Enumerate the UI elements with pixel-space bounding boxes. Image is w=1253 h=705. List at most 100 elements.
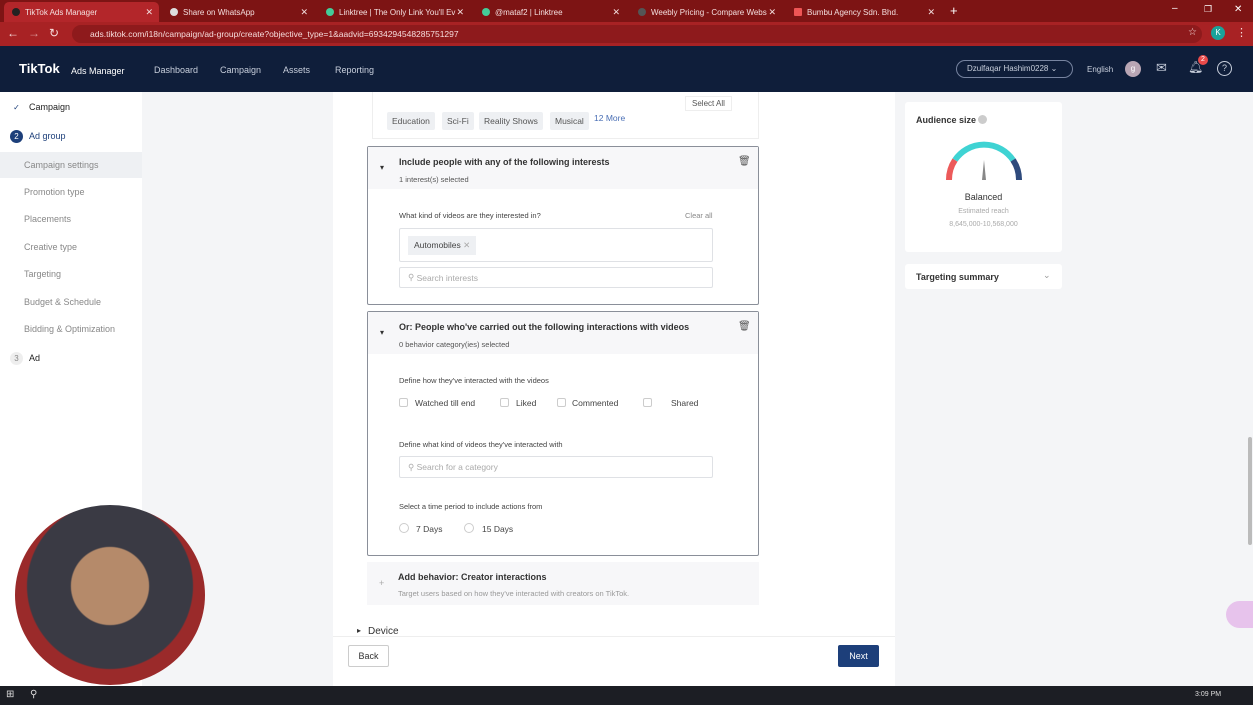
scrollbar-thumb[interactable] [1248,437,1252,545]
step-campaign[interactable]: ✓ Campaign [0,94,142,120]
nav-dashboard[interactable]: Dashboard [154,65,198,75]
sidebar-item-campaign-settings[interactable]: Campaign settings [0,152,142,178]
selected-interests-field[interactable]: Automobiles ✕ [399,228,713,262]
more-genres-link[interactable]: 12 More [594,113,625,123]
close-tab-icon[interactable]: ✕ [300,7,308,18]
profile-avatar[interactable]: K [1211,26,1225,40]
browser-menu-icon[interactable]: ⋮ [1236,26,1247,39]
tab-bumbu[interactable]: Bumbu Agency Sdn. Bhd. ✕ [786,2,941,22]
sidebar-item-placements[interactable]: Placements [0,206,142,232]
genre-chip[interactable]: Sci-Fi [442,112,474,130]
genre-chip[interactable]: Education [387,112,435,130]
close-tab-icon[interactable]: ✕ [145,7,153,18]
checkbox-liked[interactable] [500,398,509,407]
add-creator-behavior[interactable]: + Add behavior: Creator interactions Tar… [367,562,759,605]
weebly-icon [638,8,646,16]
creator-subtitle: Target users based on how they've intera… [398,589,630,598]
search-icon: ⚲ [408,461,417,472]
interactions-box: ▾ Or: People who've carried out the foll… [367,311,759,556]
close-tab-icon[interactable]: ✕ [456,7,464,18]
restore-icon[interactable]: ❐ [1204,4,1212,15]
nav-assets[interactable]: Assets [283,65,310,75]
logo-subtitle: Ads Manager [71,66,125,76]
sidebar-item-budget[interactable]: Budget & Schedule [0,289,142,315]
collapse-caret-icon[interactable]: ▾ [380,163,384,172]
notification-badge: 2 [1198,55,1208,65]
radio-15-days[interactable] [464,523,474,533]
back-button[interactable]: Back [348,645,389,667]
interests-header[interactable]: ▾ Include people with any of the followi… [368,147,758,189]
genre-section: Education Sci-Fi Reality Shows Musical 1… [372,92,759,139]
option-label: Watched till end [415,398,476,408]
minimize-icon[interactable]: – [1172,3,1178,14]
tab-linktree-mataf[interactable]: @mataf2 | Linktree ✕ [474,2,626,22]
sidebar-item-bidding[interactable]: Bidding & Optimization [0,316,142,342]
browser-tab-bar: TikTok Ads Manager ✕ Share on WhatsApp ✕ L… [0,0,1253,22]
trash-icon[interactable]: 🗑︎ [738,156,751,167]
new-tab-icon[interactable]: + [950,3,958,18]
nav-reporting[interactable]: Reporting [335,65,374,75]
search-icon[interactable]: ⚲ [30,689,37,700]
collapse-caret-icon[interactable]: ▾ [380,328,384,337]
select-all-button[interactable]: Select All [685,96,732,111]
sidebar-item-targeting[interactable]: Targeting [0,261,142,287]
chevron-down-icon[interactable]: ⌄ [1043,270,1051,281]
windows-start-icon[interactable]: ⊞ [6,689,14,700]
expand-caret-icon[interactable]: ▸ [357,626,361,635]
footer-divider [333,636,895,637]
nav-campaign[interactable]: Campaign [220,65,261,75]
genre-chip[interactable]: Reality Shows [479,112,543,130]
forward-arrow-icon[interactable]: → [28,26,40,40]
close-tab-icon[interactable]: ✕ [768,7,776,18]
top-nav: TikTok Ads Manager Dashboard Campaign As… [0,46,1253,92]
tab-whatsapp[interactable]: Share on WhatsApp ✕ [162,2,314,22]
step-ad[interactable]: 3 Ad [0,345,142,371]
tab-tiktok-ads[interactable]: TikTok Ads Manager ✕ [4,2,159,22]
bookmark-star-icon[interactable]: ☆ [1188,27,1197,38]
clear-all-link[interactable]: Clear all [685,211,713,220]
language-selector[interactable]: English [1087,65,1113,74]
audience-gauge [945,141,1023,181]
checkbox-shared[interactable] [643,398,652,407]
url-input[interactable]: ads.tiktok.com/i18n/campaign/ad-group/cr… [72,25,1202,43]
info-icon[interactable] [978,115,987,124]
help-icon[interactable]: ? [1217,61,1232,76]
next-button[interactable]: Next [838,645,879,667]
option-label: Commented [572,398,619,408]
reach-value: 8,645,000-10,568,000 [949,221,1018,228]
linktree-icon [482,8,490,16]
reload-icon[interactable]: ↻ [49,26,59,40]
user-avatar[interactable]: g [1125,61,1141,77]
chat-widget-button[interactable] [1226,601,1253,628]
remove-tag-icon[interactable]: ✕ [463,240,470,250]
tab-weebly[interactable]: Weebly Pricing - Compare Webs ✕ [630,2,782,22]
sidebar-item-promotion-type[interactable]: Promotion type [0,179,142,205]
step-ad-group[interactable]: 2 Ad group [0,123,142,149]
windows-taskbar: ⊞ ⚲ 3:09 PM [0,686,1253,705]
tab-linktree[interactable]: Linktree | The Only Link You'll Ev ✕ [318,2,470,22]
search-interests-input[interactable]: ⚲ Search interests [399,267,713,288]
audience-status: Balanced [964,192,1003,202]
checkbox-watched[interactable] [399,398,408,407]
account-name: Dzulfaqar Hashim0228 [967,64,1049,73]
sidebar-item-creative-type[interactable]: Creative type [0,234,142,260]
close-window-icon[interactable]: ✕ [1234,4,1242,15]
account-selector[interactable]: Dzulfaqar Hashim0228 ⌄ [956,60,1073,78]
audience-size-card: Audience size Balanced Estimated reach 8… [905,102,1062,252]
inbox-icon[interactable]: ✉ [1156,60,1167,76]
radio-7-days[interactable] [399,523,409,533]
trash-icon[interactable]: 🗑︎ [738,321,751,332]
gauge-needle [982,160,986,180]
genre-chip[interactable]: Musical [550,112,589,130]
close-tab-icon[interactable]: ✕ [927,7,935,18]
close-tab-icon[interactable]: ✕ [612,7,620,18]
tiktok-logo[interactable]: TikTok [19,61,60,76]
checkbox-commented[interactable] [557,398,566,407]
targeting-summary-card[interactable]: Targeting summary ⌄ [905,264,1062,289]
linktree-icon [326,8,334,16]
back-arrow-icon[interactable]: ← [7,26,19,40]
search-category-input[interactable]: ⚲ Search for a category [399,456,713,478]
interactions-header[interactable]: ▾ Or: People who've carried out the foll… [368,312,758,354]
period-option: 15 Days [482,524,514,534]
option-label: Liked [516,398,537,408]
